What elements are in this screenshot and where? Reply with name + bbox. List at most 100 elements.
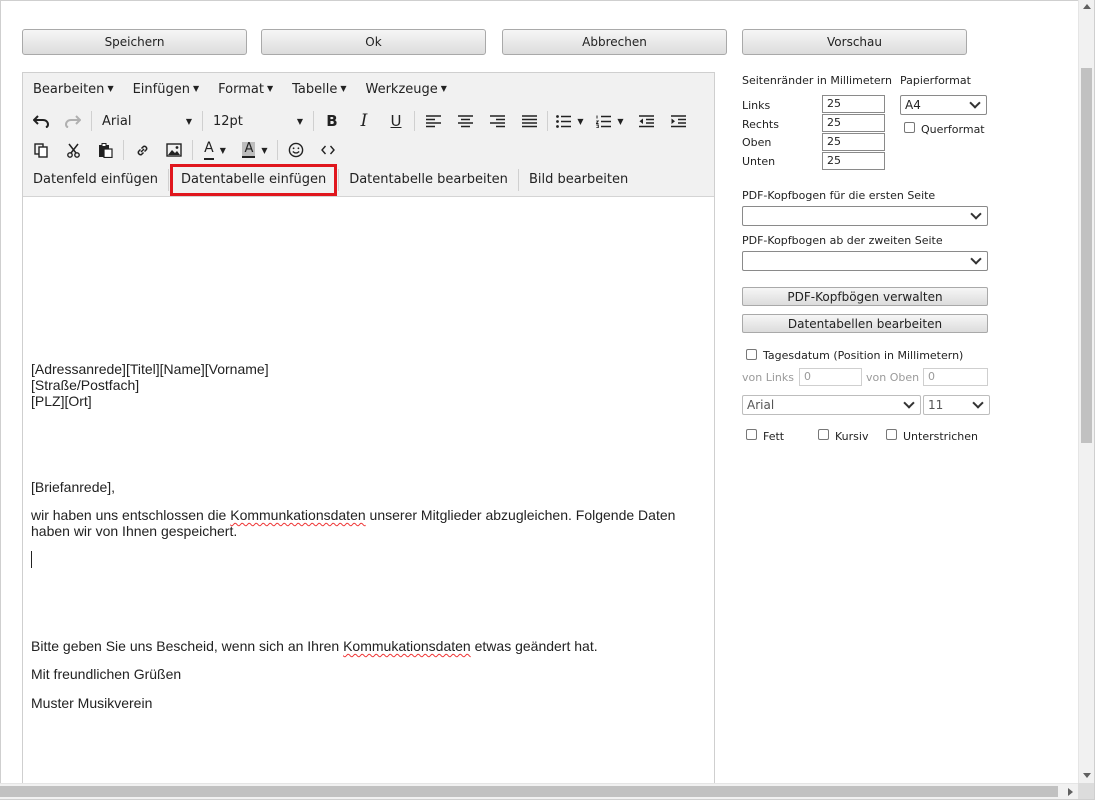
align-right-button[interactable] [481,107,513,135]
font-family-select[interactable]: Arial ▼ [94,108,200,134]
scroll-right-icon[interactable] [1068,788,1073,796]
underline-icon: U [390,112,402,130]
margin-top-input[interactable]: 25 [822,133,885,151]
settings-panel: Seitenränder in Millimetern Papierformat… [742,0,992,800]
paste-button[interactable] [89,136,121,164]
align-center-icon [457,114,473,127]
emoji-icon [288,142,304,158]
cancel-button[interactable]: Abbrechen [502,29,727,55]
redo-button[interactable] [57,107,89,135]
text-color-button[interactable]: A ▼ [195,136,235,164]
justify-icon [521,114,537,127]
align-left-button[interactable] [417,107,449,135]
editor-toolbar: Bearbeiten ▼ Einfügen ▼ Format ▼ Tabelle ▼ W… [23,73,714,197]
margin-right-input[interactable]: 25 [822,114,885,132]
date-font-select[interactable]: Arial [742,395,921,415]
cut-button[interactable] [57,136,89,164]
source-code-icon [321,145,335,155]
toolbar-separator [547,111,548,131]
bold-checkbox[interactable] [746,429,757,440]
paper-format-select[interactable]: A4 [900,95,987,115]
custom-toolbar: Datenfeld einfügen Datentabelle einfügen… [23,164,638,196]
underline-checkbox[interactable] [886,429,897,440]
justify-button[interactable] [513,107,545,135]
menu-tools[interactable]: Werkzeuge ▼ [355,77,455,101]
text-color-icon: A [204,141,214,160]
from-left-input[interactable]: 0 [799,368,862,386]
bold-button[interactable]: B [316,107,348,135]
salutation: [Briefanrede], [31,479,116,495]
closing: Mit freundlichen Grüßen [31,666,182,682]
chevron-down-icon [903,397,915,409]
insert-datafield-button[interactable]: Datenfeld einfügen [23,165,168,195]
align-center-button[interactable] [449,107,481,135]
chevron-down-icon [970,253,982,265]
outdent-button[interactable] [630,107,662,135]
chevron-down-icon: ▼ [261,145,268,155]
font-size-select[interactable]: 12pt ▼ [205,108,311,134]
undo-icon [33,115,49,128]
indent-button[interactable] [662,107,694,135]
letterhead-first-select[interactable] [742,206,988,226]
chevron-down-icon: ▼ [617,116,624,126]
toolbar-separator [91,111,92,131]
bullet-list-button[interactable]: ▼ [550,107,590,135]
copy-button[interactable] [25,136,57,164]
insert-datatable-button[interactable]: Datentabelle einfügen [170,164,338,196]
from-top-label: von Oben [866,371,920,384]
margin-bottom-input[interactable]: 25 [822,152,885,170]
letterhead-second-select[interactable] [742,251,988,271]
redo-icon [65,115,81,128]
toolbar-separator [414,111,415,131]
edit-datatable-button[interactable]: Datentabelle bearbeiten [339,165,518,195]
date-checkbox[interactable] [746,349,757,360]
toolbar-separator [313,111,314,131]
bold-label: Fett [763,430,785,443]
chevron-down-icon [969,97,981,109]
scroll-up-icon[interactable] [1083,4,1091,9]
edit-image-button[interactable]: Bild bearbeiten [519,165,638,195]
menu-insert[interactable]: Einfügen ▼ [123,77,209,101]
ok-button[interactable]: Ok [261,29,486,55]
background-color-button[interactable]: A ▼ [235,136,275,164]
margin-left-input[interactable]: 25 [822,95,885,113]
chevron-down-icon [970,208,982,220]
save-button[interactable]: Speichern [22,29,247,55]
date-label: Tagesdatum (Position in Millimetern) [763,349,964,362]
misspelled-word: Kommukationsdaten [343,638,471,654]
manage-letterheads-button[interactable]: PDF-Kopfbögen verwalten [742,287,988,306]
menu-table[interactable]: Tabelle ▼ [282,77,355,101]
from-left-label: von Links [742,371,794,384]
chevron-down-icon [972,397,984,409]
chevron-down-icon: ▼ [340,84,347,93]
menu-format[interactable]: Format ▼ [208,77,282,101]
date-font-size-select[interactable]: 11 [923,395,990,415]
chevron-down-icon: ▼ [219,145,226,155]
link-button[interactable] [126,136,158,164]
bullet-list-icon [556,114,572,128]
menu-edit[interactable]: Bearbeiten ▼ [23,77,123,101]
horizontal-scroll-thumb[interactable] [0,786,1058,797]
address-line-1: [Adressanrede][Titel][Name][Vorname] [31,361,269,377]
document-body[interactable]: [Adressanrede][Titel][Name][Vorname] [St… [23,197,714,791]
italic-checkbox[interactable] [818,429,829,440]
landscape-checkbox[interactable] [904,122,915,133]
chevron-down-icon: ▼ [440,84,447,93]
scroll-down-icon[interactable] [1083,773,1091,778]
toolbar-separator [123,140,124,160]
vertical-scrollbar[interactable] [1078,0,1094,783]
numbered-list-icon [596,115,612,128]
numbered-list-button[interactable]: ▼ [590,107,630,135]
italic-button[interactable]: I [348,107,380,135]
vertical-scroll-thumb[interactable] [1081,68,1092,443]
edit-datatables-button[interactable]: Datentabellen bearbeiten [742,314,988,333]
emoji-button[interactable] [280,136,312,164]
from-top-input[interactable]: 0 [923,368,988,386]
margin-top-label: Oben [742,136,772,149]
source-code-button[interactable] [312,136,344,164]
horizontal-scrollbar[interactable] [0,783,1078,799]
underline-button[interactable]: U [380,107,412,135]
undo-button[interactable] [25,107,57,135]
image-button[interactable] [158,136,190,164]
chevron-down-icon: ▼ [107,84,114,93]
